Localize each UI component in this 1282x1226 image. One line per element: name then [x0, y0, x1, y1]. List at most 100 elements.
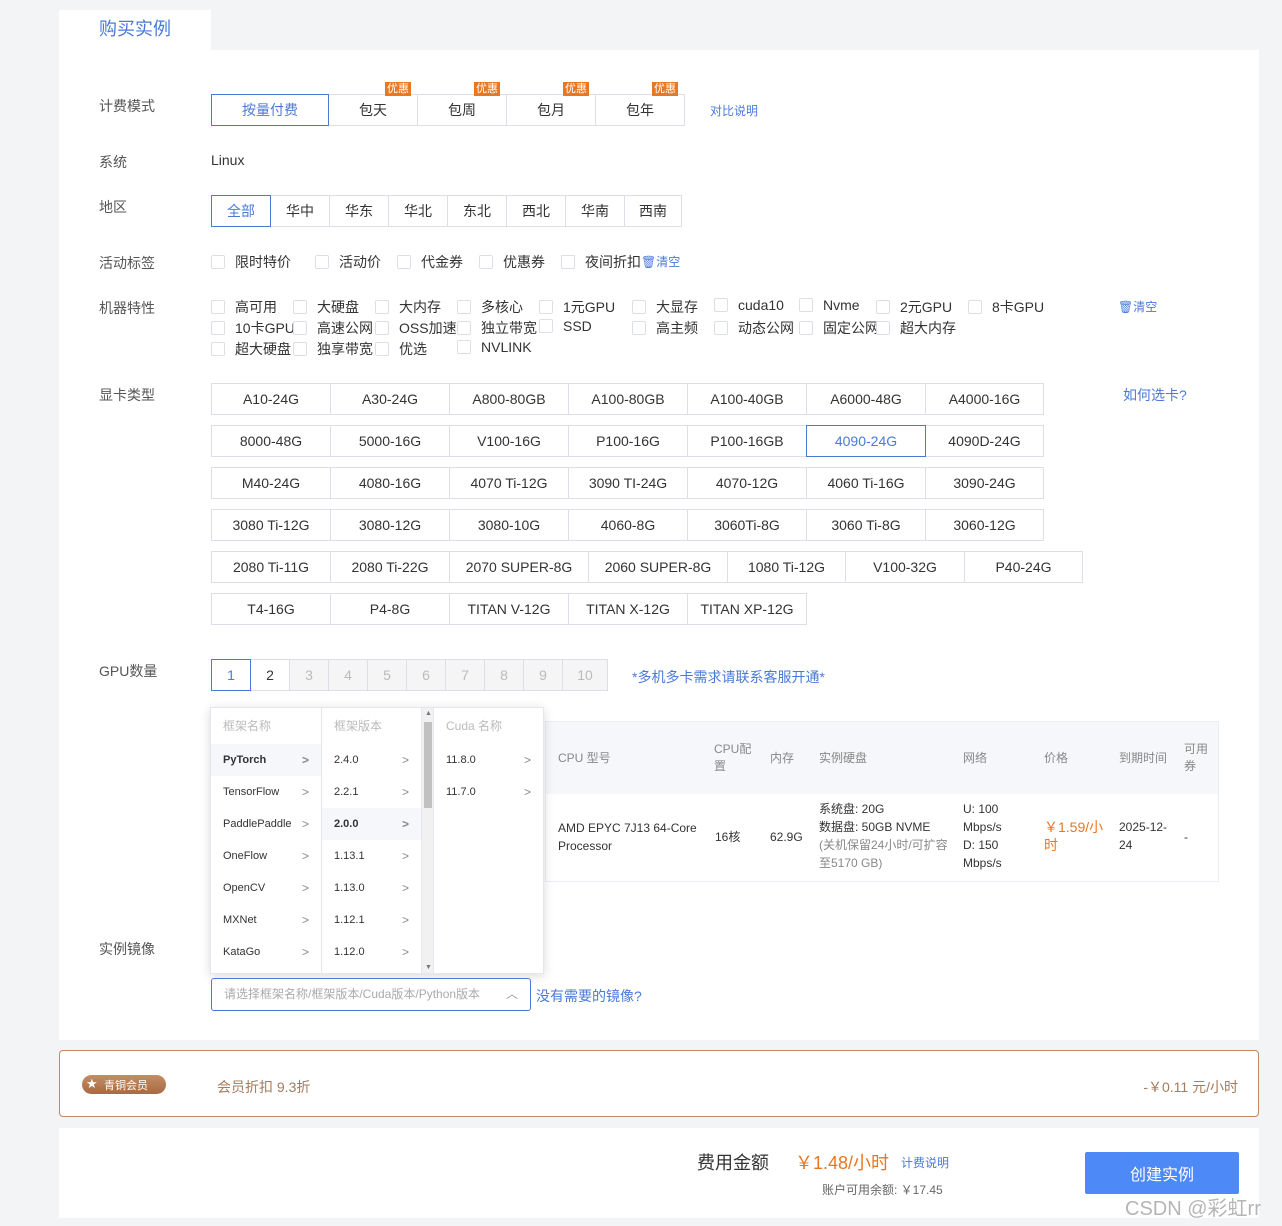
feature-checkbox[interactable]: 独享带宽	[293, 339, 373, 359]
feature-checkbox[interactable]: 独立带宽	[457, 318, 537, 338]
gpu-type-option[interactable]: 4060-8G	[568, 509, 688, 541]
gpu-type-option[interactable]: 8000-48G	[211, 425, 331, 457]
checkbox-box[interactable]	[714, 321, 728, 335]
feature-checkbox[interactable]: 2元GPU	[876, 297, 952, 317]
gpu-count-option[interactable]: 1	[211, 659, 251, 691]
feature-checkbox[interactable]: 大显存	[632, 297, 698, 317]
checkbox-box[interactable]	[293, 321, 307, 335]
feature-checkbox[interactable]: 超大内存	[876, 318, 956, 338]
gpu-type-option[interactable]: 4090-24G	[806, 425, 926, 457]
checkbox-box[interactable]	[293, 300, 307, 314]
gpu-type-option[interactable]: 4070 Ti-12G	[449, 467, 569, 499]
gpu-type-option[interactable]: 4060 Ti-16G	[806, 467, 926, 499]
cascader-option[interactable]: OpenCV >	[211, 872, 321, 904]
activity-checkbox[interactable]: 限时特价	[211, 252, 291, 272]
cascader-option[interactable]: OneFlow >	[211, 840, 321, 872]
activity-checkbox[interactable]: 活动价	[315, 252, 381, 272]
feature-checkbox[interactable]: NVLINK	[457, 339, 532, 355]
region-option[interactable]: 西北	[506, 195, 566, 227]
activity-checkbox[interactable]: 优惠券	[479, 252, 545, 272]
billing-option-yearly[interactable]: 包年 优惠	[595, 82, 685, 126]
checkbox-box[interactable]	[375, 300, 389, 314]
checkbox-box[interactable]	[315, 255, 329, 269]
gpu-type-option[interactable]: 3080-10G	[449, 509, 569, 541]
gpu-type-option[interactable]: 3090 TI-24G	[568, 467, 688, 499]
cascader-option[interactable]: 1.13.0 >	[322, 872, 421, 904]
scroll-up-icon[interactable]: ▲	[425, 710, 432, 717]
cascader-option[interactable]: 11.8.0 >	[434, 744, 543, 776]
cascader-option[interactable]: 1.12.1 >	[322, 904, 421, 936]
feature-checkbox[interactable]: 固定公网	[799, 318, 879, 338]
cascader-option[interactable]: PyTorch >	[211, 744, 321, 776]
feature-checkbox[interactable]: 高主频	[632, 318, 698, 338]
gpu-type-option[interactable]: A10-24G	[211, 383, 331, 415]
gpu-type-option[interactable]: 2060 SUPER-8G	[588, 551, 728, 583]
feature-checkbox[interactable]: 高可用	[211, 297, 277, 317]
feature-checkbox[interactable]: 高速公网	[293, 318, 373, 338]
feature-checkbox[interactable]: cuda10	[714, 297, 784, 313]
activity-checkbox[interactable]: 夜间折扣	[561, 252, 641, 272]
feature-checkbox[interactable]: Nvme	[799, 297, 860, 313]
gpu-type-option[interactable]: P100-16GB	[687, 425, 807, 457]
checkbox-box[interactable]	[397, 255, 411, 269]
billing-option-hourly[interactable]: 按量付费	[211, 94, 329, 126]
scroll-down-icon[interactable]: ▼	[425, 964, 432, 971]
gpu-type-option[interactable]: 3080 Ti-12G	[211, 509, 331, 541]
gpu-type-option[interactable]: 2080 Ti-22G	[330, 551, 450, 583]
checkbox-box[interactable]	[457, 300, 471, 314]
image-select-input[interactable]: 请选择框架名称/框架版本/Cuda版本/Python版本 ︿	[211, 978, 531, 1011]
create-instance-button[interactable]: 创建实例	[1085, 1152, 1239, 1194]
region-option[interactable]: 西南	[624, 195, 682, 227]
cascader-option[interactable]: 2.2.1 >	[322, 776, 421, 808]
gpu-type-option[interactable]: TITAN V-12G	[449, 593, 569, 625]
gpu-type-option[interactable]: 5000-16G	[330, 425, 450, 457]
region-option[interactable]: 东北	[447, 195, 507, 227]
checkbox-box[interactable]	[799, 298, 813, 312]
tab-buy-instance[interactable]: 购买实例	[59, 10, 211, 52]
activity-checkbox[interactable]: 代金券	[397, 252, 463, 272]
feature-checkbox[interactable]: 8卡GPU	[968, 297, 1044, 317]
cascader-option[interactable]: PaddlePaddle >	[211, 808, 321, 840]
checkbox-box[interactable]	[375, 342, 389, 356]
checkbox-box[interactable]	[211, 255, 225, 269]
gpu-type-option[interactable]: A6000-48G	[806, 383, 926, 415]
feature-checkbox[interactable]: 10卡GPU	[211, 318, 295, 338]
gpu-type-option[interactable]: 3060-12G	[925, 509, 1044, 541]
how-to-choose-link[interactable]: 如何选卡?	[1123, 385, 1187, 405]
gpu-type-option[interactable]: 3060Ti-8G	[687, 509, 807, 541]
region-option[interactable]: 华东	[329, 195, 389, 227]
gpu-type-option[interactable]: V100-16G	[449, 425, 569, 457]
cascader-option[interactable]: 1.12.0 >	[322, 936, 421, 968]
gpu-type-option[interactable]: A100-40GB	[687, 383, 807, 415]
cascader-option[interactable]: 11.7.0 >	[434, 776, 543, 808]
checkbox-box[interactable]	[539, 300, 553, 314]
feature-checkbox[interactable]: 多核心	[457, 297, 523, 317]
activity-clear-link[interactable]: 🗑清空	[641, 253, 680, 270]
gpu-type-option[interactable]: 4080-16G	[330, 467, 450, 499]
checkbox-box[interactable]	[539, 319, 553, 333]
cascader-option[interactable]: KataGo >	[211, 936, 321, 968]
fee-help-link[interactable]: 计费说明	[901, 1154, 949, 1171]
checkbox-box[interactable]	[632, 300, 646, 314]
checkbox-box[interactable]	[968, 300, 982, 314]
feature-checkbox[interactable]: SSD	[539, 318, 592, 334]
gpu-type-option[interactable]: 3060 Ti-8G	[806, 509, 926, 541]
checkbox-box[interactable]	[714, 298, 728, 312]
checkbox-box[interactable]	[211, 321, 225, 335]
gpu-type-option[interactable]: M40-24G	[211, 467, 331, 499]
feature-checkbox[interactable]: 优选	[375, 339, 427, 359]
gpu-type-option[interactable]: P40-24G	[964, 551, 1083, 583]
cascader-option[interactable]: MXNet >	[211, 904, 321, 936]
cascader-option[interactable]: TensorFlow >	[211, 776, 321, 808]
gpu-type-option[interactable]: TITAN X-12G	[568, 593, 688, 625]
checkbox-box[interactable]	[876, 300, 890, 314]
gpu-type-option[interactable]: 4070-12G	[687, 467, 807, 499]
gpu-count-option[interactable]: 2	[250, 659, 290, 691]
checkbox-box[interactable]	[479, 255, 493, 269]
scrollbar-thumb[interactable]	[424, 722, 432, 808]
gpu-type-option[interactable]: TITAN XP-12G	[687, 593, 807, 625]
checkbox-box[interactable]	[561, 255, 575, 269]
gpu-type-option[interactable]: 3090-24G	[925, 467, 1044, 499]
gpu-type-option[interactable]: P4-8G	[330, 593, 450, 625]
checkbox-box[interactable]	[293, 342, 307, 356]
